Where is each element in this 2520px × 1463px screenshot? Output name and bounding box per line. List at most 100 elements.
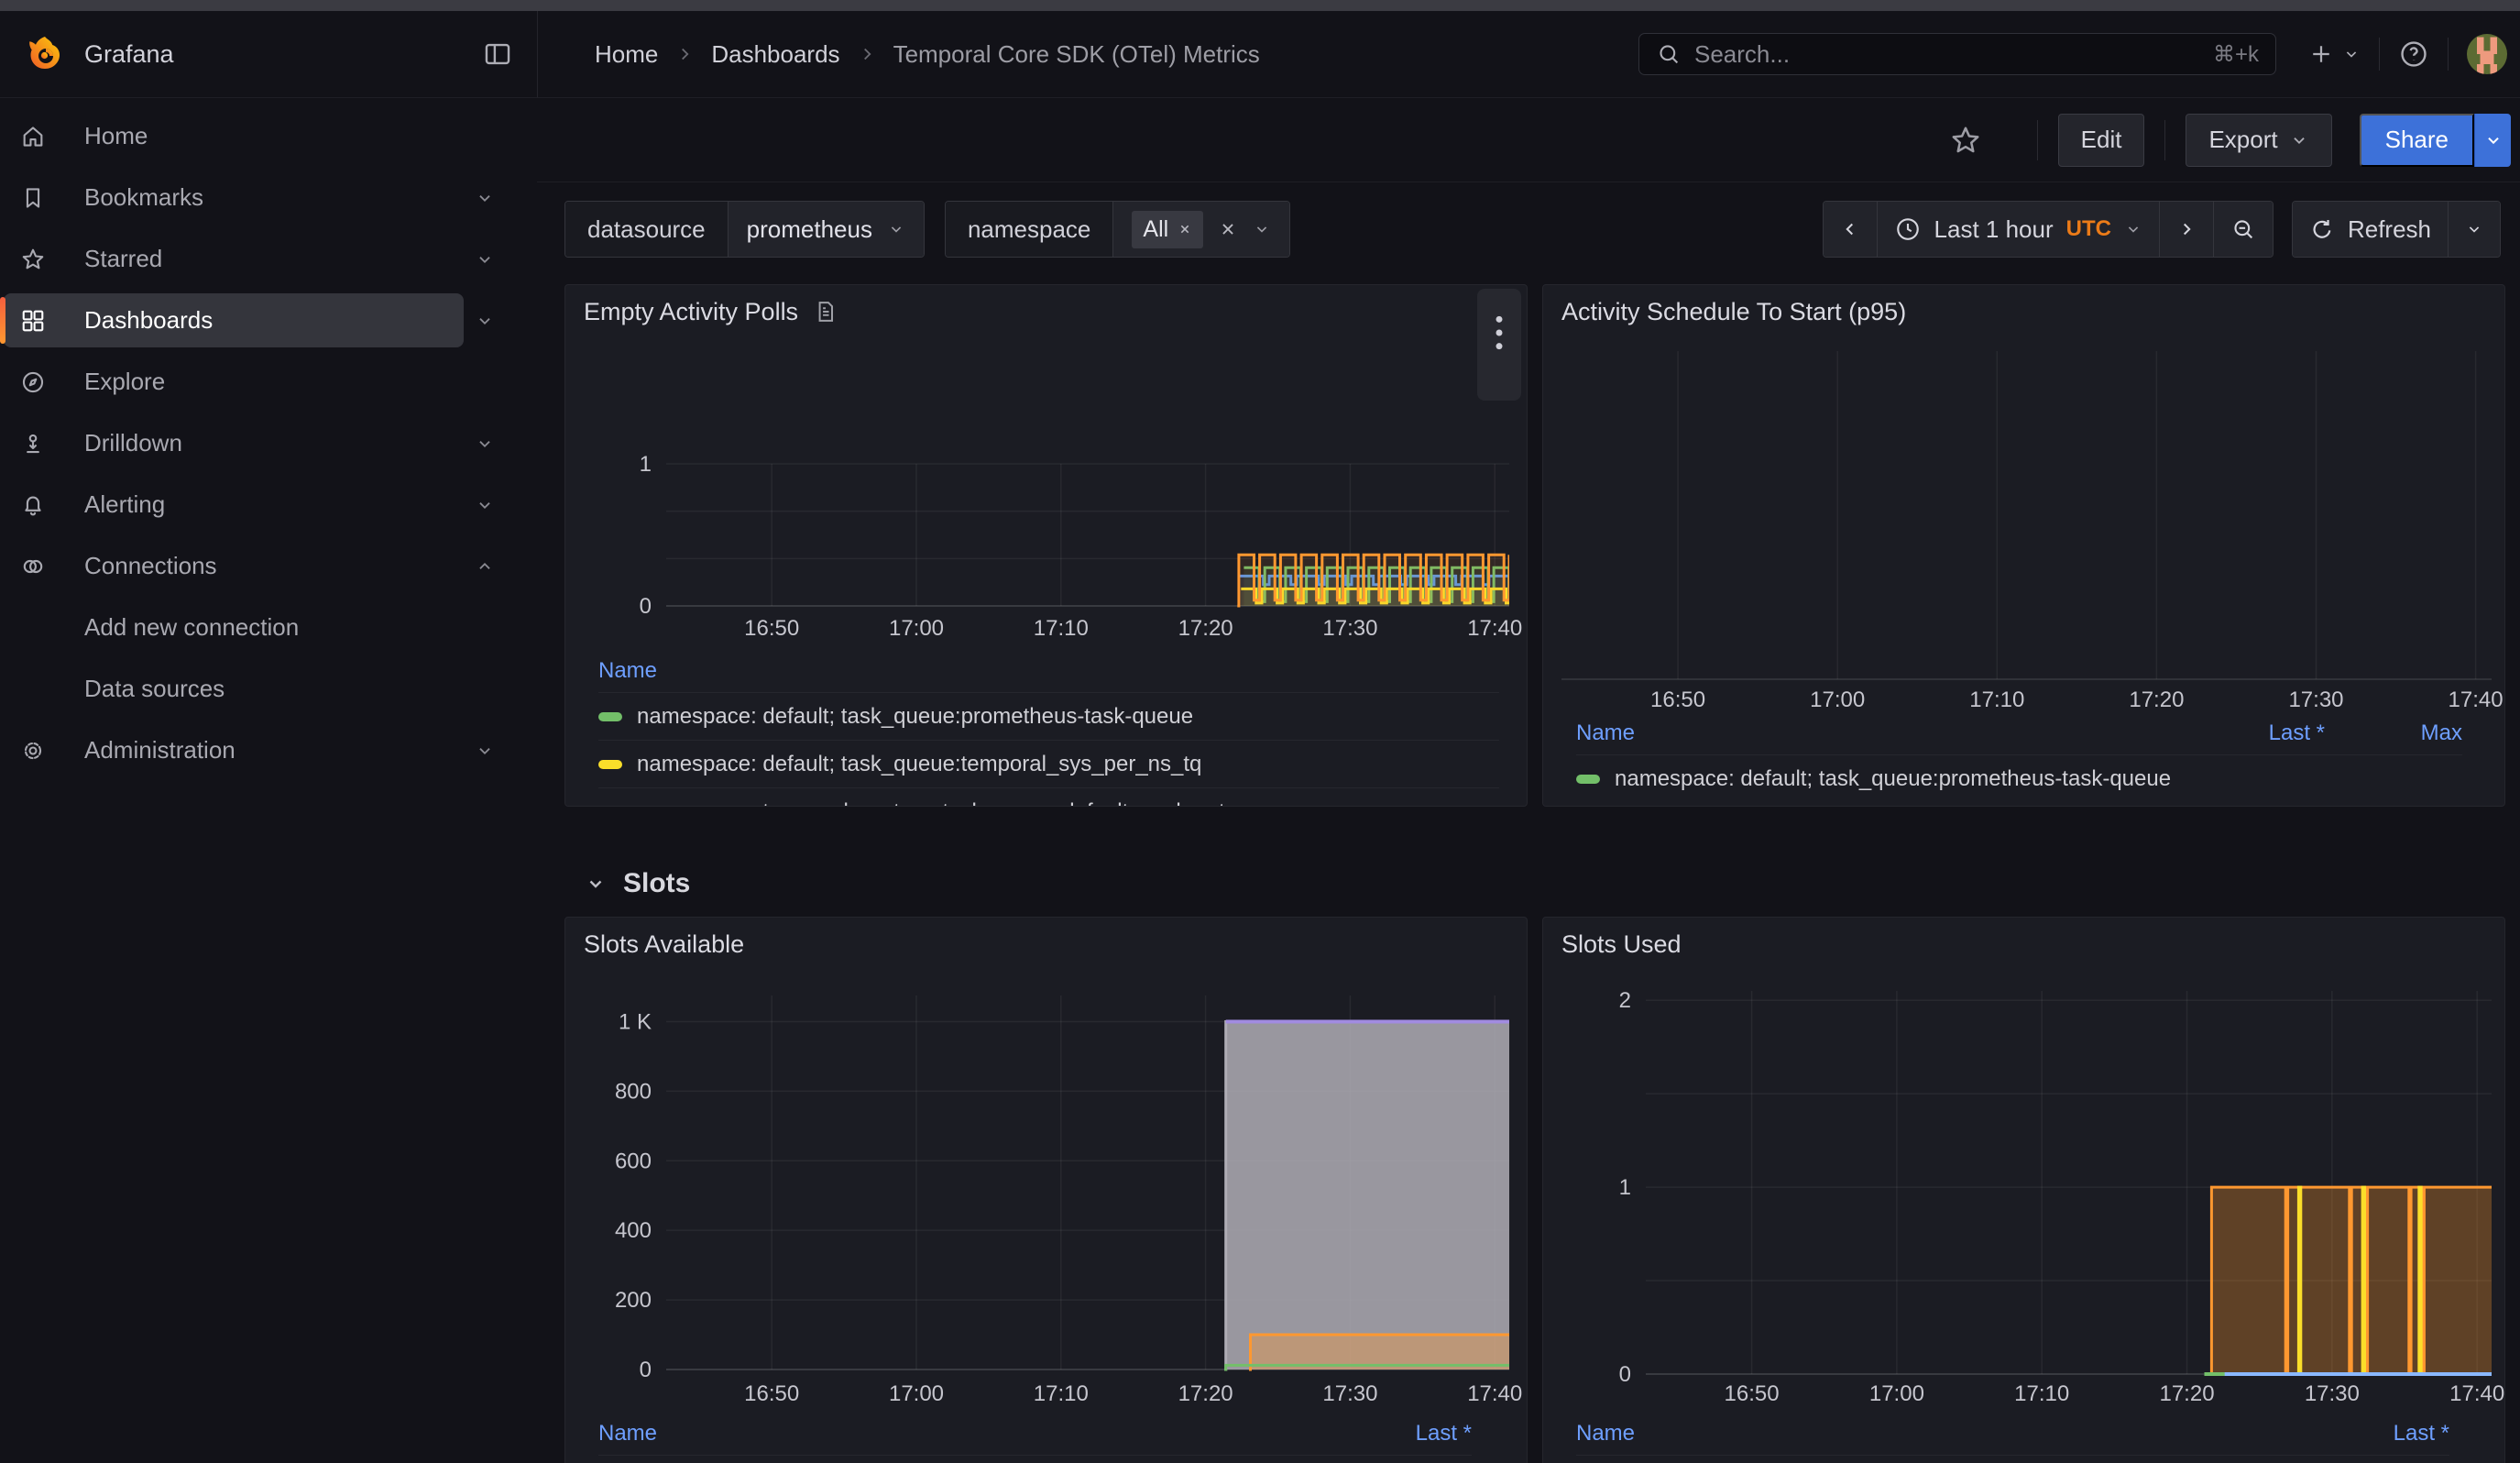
- timeseries-chart[interactable]: 16:5017:0017:1017:2017:3017:40012: [1543, 973, 2505, 1413]
- chevron-right-icon: [674, 44, 695, 64]
- legend-header: NameLast *: [598, 1413, 1472, 1455]
- sidebar-item-dashboards[interactable]: Dashboards: [0, 290, 537, 351]
- chevron-up-icon: [475, 556, 495, 577]
- share-button[interactable]: Share: [2360, 114, 2474, 167]
- chevron-down-icon: [475, 188, 495, 208]
- search-input[interactable]: [1694, 40, 2213, 69]
- chevron-down-icon: [585, 873, 607, 895]
- sidebar-item-administration[interactable]: Administration: [0, 720, 537, 781]
- panel-header[interactable]: Slots Available: [565, 918, 1527, 971]
- chevron-down-icon: [475, 741, 495, 761]
- share-menu-caret[interactable]: [2474, 114, 2511, 167]
- bookmark-icon: [20, 185, 46, 211]
- panel-header[interactable]: Activity Schedule To Start (p95): [1543, 285, 2504, 338]
- sidebar-item-connections[interactable]: Connections: [0, 535, 537, 597]
- grafana-logo-icon[interactable]: [24, 33, 66, 75]
- y-tick-label: 1: [1619, 1175, 1631, 1200]
- refresh-label: Refresh: [2348, 215, 2431, 244]
- header-left: Grafana: [0, 11, 537, 97]
- sidebar-item-label: Connections: [84, 552, 217, 580]
- refresh-button[interactable]: Refresh: [2293, 202, 2448, 257]
- sidebar-item-label: Alerting: [84, 490, 165, 519]
- x-tick-label: 16:50: [1650, 688, 1705, 712]
- user-avatar[interactable]: [2467, 34, 2507, 74]
- y-tick-label: 0: [1619, 1362, 1631, 1387]
- x-tick-label: 17:00: [1810, 688, 1865, 712]
- legend-col[interactable]: Max: [2325, 720, 2462, 746]
- legend-col-name[interactable]: Name: [1576, 1421, 2312, 1446]
- row-slots-toggle[interactable]: Slots: [585, 860, 690, 908]
- sidebar-item-bookmarks[interactable]: Bookmarks: [0, 167, 537, 228]
- legend-col[interactable]: Last *: [1334, 1421, 1472, 1446]
- x-tick-label: 17:00: [889, 1381, 944, 1406]
- time-range-picker[interactable]: Last 1 hour UTC: [1877, 202, 2159, 257]
- timeseries-chart[interactable]: 16:5017:0017:1017:2017:3017:400200400600…: [565, 973, 1528, 1413]
- series-area: [1224, 1022, 1509, 1370]
- sidebar-item-label: Explore: [84, 368, 165, 396]
- sidebar-item-home[interactable]: Home: [0, 105, 537, 167]
- y-tick-label: 200: [615, 1288, 652, 1313]
- time-shift-forward-button[interactable]: [2159, 202, 2213, 257]
- favorite-star-icon[interactable]: [1949, 124, 1982, 157]
- chevron-down-icon: [887, 220, 905, 238]
- series-label: namespace: default; task_queue:prometheu…: [1615, 766, 2187, 792]
- legend-col-name[interactable]: Name: [1576, 720, 2187, 746]
- panel-header[interactable]: Empty Activity Polls: [565, 285, 1527, 338]
- export-label: Export: [2208, 126, 2277, 154]
- panel-slots-used: Slots Used 16:5017:0017:1017:2017:3017:4…: [1542, 917, 2505, 1463]
- namespace-chip[interactable]: All: [1132, 211, 1203, 248]
- y-tick-label: 800: [615, 1079, 652, 1104]
- series-color-swatch: [1576, 775, 1600, 784]
- search-bar[interactable]: ⌘+k: [1638, 33, 2276, 75]
- legend-row[interactable]: namespace: default; task_queue:prometheu…: [598, 692, 1499, 740]
- namespace-select[interactable]: All: [1112, 202, 1289, 257]
- legend-row[interactable]: namespace: default; task_queue:prometheu…: [1576, 1455, 2449, 1463]
- chevron-down-icon: [1253, 220, 1271, 238]
- sidebar-item-alerting[interactable]: Alerting: [0, 474, 537, 535]
- legend-header: NameLast *: [1576, 1413, 2449, 1455]
- legend-col-name[interactable]: Name: [598, 658, 1499, 684]
- legend-col[interactable]: Last *: [2187, 720, 2325, 746]
- y-tick-label: 0: [640, 1358, 652, 1382]
- sidebar-item-label: Add new connection: [84, 613, 299, 642]
- legend-row[interactable]: namespace: default; task_queue:prometheu…: [1576, 754, 2462, 802]
- legend-col[interactable]: Last *: [2312, 1421, 2449, 1446]
- help-icon[interactable]: [2398, 38, 2429, 70]
- refresh-interval-caret[interactable]: [2448, 202, 2500, 257]
- panel-description-icon[interactable]: [813, 299, 838, 324]
- export-button[interactable]: Export: [2186, 114, 2331, 167]
- app-header: Grafana Home Dashboards Temporal Core SD…: [0, 11, 2520, 98]
- y-tick-label: 2: [1619, 988, 1631, 1013]
- legend-row[interactable]: namespace: temporal_system; task_queue:d…: [598, 787, 1499, 807]
- sidebar-toggle-icon[interactable]: [482, 38, 513, 70]
- sidebar-item-drilldown[interactable]: Drilldown: [0, 412, 537, 474]
- sidebar-item-data-sources[interactable]: Data sources: [0, 658, 537, 720]
- time-shift-back-button[interactable]: [1824, 202, 1877, 257]
- legend-row[interactable]: namespace: default; task_queue:prometheu…: [598, 1455, 1472, 1463]
- clear-selection-icon[interactable]: [1218, 219, 1238, 239]
- x-tick-label: 17:20: [1178, 616, 1233, 641]
- breadcrumb-dashboards[interactable]: Dashboards: [711, 40, 839, 69]
- divider: [2164, 120, 2165, 160]
- zoom-out-button[interactable]: [2213, 202, 2273, 257]
- edit-button[interactable]: Edit: [2058, 114, 2145, 167]
- sidebar-item-add-new-connection[interactable]: Add new connection: [0, 597, 537, 658]
- breadcrumb-home[interactable]: Home: [595, 40, 658, 69]
- bell-icon: [20, 492, 46, 518]
- sidebar-item-label: Bookmarks: [84, 183, 203, 212]
- datasource-select[interactable]: prometheus: [728, 202, 924, 257]
- panel-title: Activity Schedule To Start (p95): [1561, 298, 1906, 326]
- timeseries-chart[interactable]: 16:5017:0017:1017:2017:3017:4001: [565, 338, 1528, 650]
- panel-header[interactable]: Slots Used: [1543, 918, 2504, 971]
- add-new-button[interactable]: [2307, 40, 2361, 68]
- remove-chip-icon[interactable]: [1178, 222, 1192, 236]
- x-tick-label: 17:10: [1034, 1381, 1089, 1406]
- timeseries-chart[interactable]: 16:5017:0017:1017:2017:3017:40: [1543, 338, 2505, 712]
- series-label: namespace: default; task_queue:temporal_…: [637, 752, 1499, 777]
- sidebar-item-starred[interactable]: Starred: [0, 228, 537, 290]
- sidebar-item-explore[interactable]: Explore: [0, 351, 537, 412]
- legend-col-name[interactable]: Name: [598, 1421, 1334, 1446]
- legend-row[interactable]: namespace: default; task_queue:temporal_…: [598, 740, 1499, 787]
- chevron-down-icon: [475, 249, 495, 270]
- chevron-right-icon: [857, 44, 877, 64]
